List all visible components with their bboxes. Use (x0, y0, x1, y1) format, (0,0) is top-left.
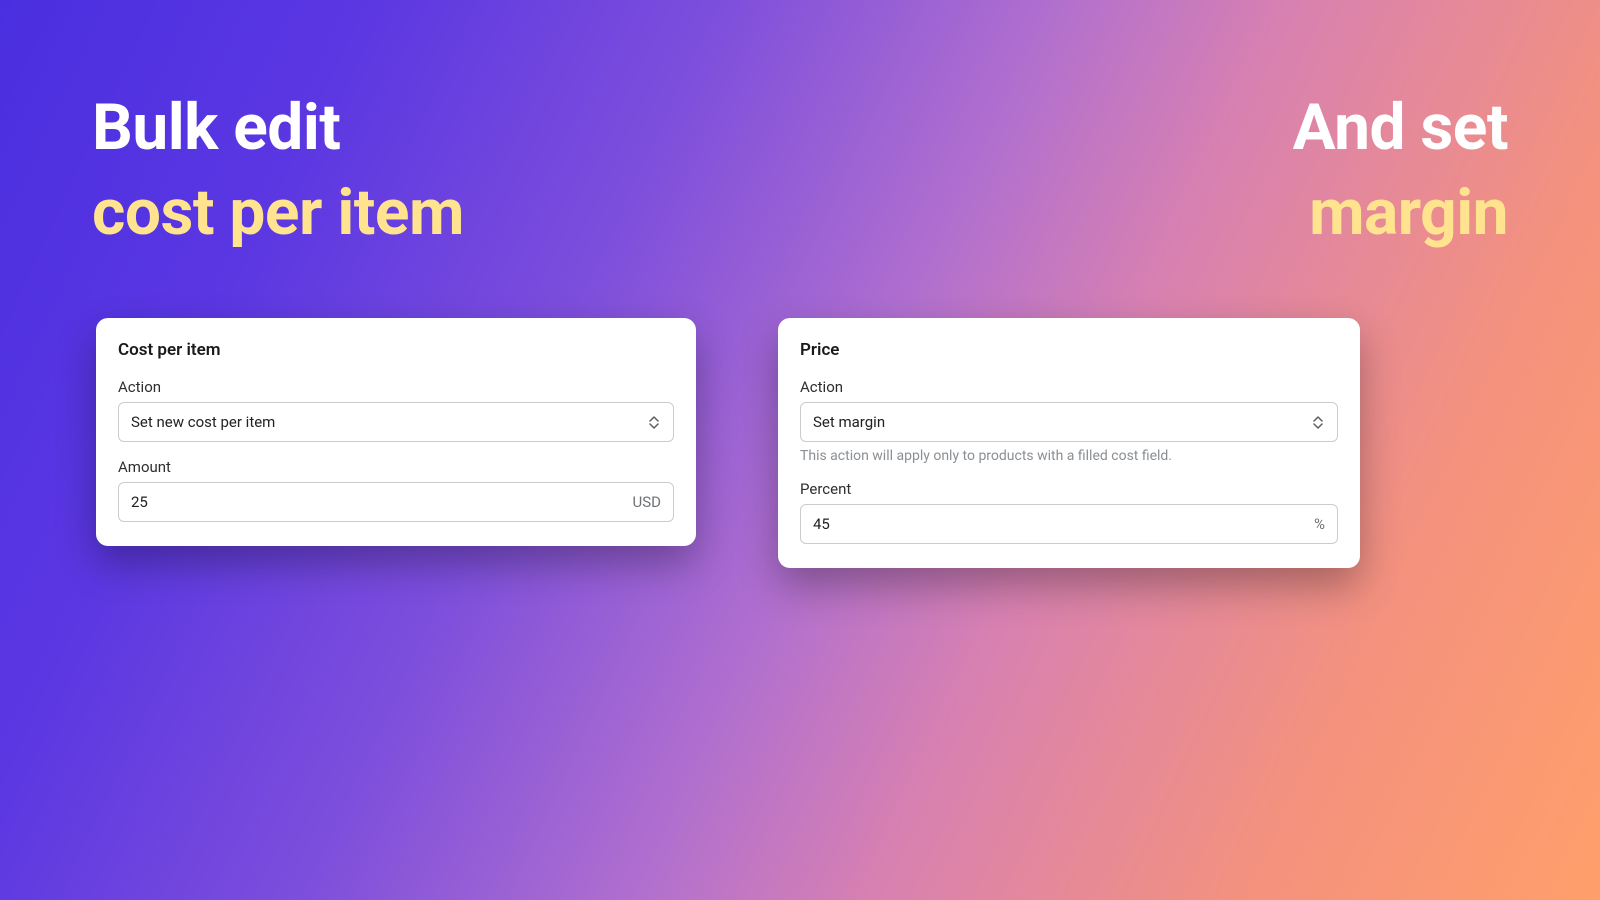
hero-left-line1: Bulk edit (92, 85, 464, 170)
price-percent-value: 45 (813, 515, 1306, 533)
price-action-helper: This action will apply only to products … (800, 448, 1338, 464)
price-percent-field: Percent 45 % (800, 480, 1338, 544)
select-caret-icon (1311, 416, 1325, 429)
cost-amount-label: Amount (118, 458, 674, 476)
hero-right: And set margin (1293, 85, 1508, 255)
cost-action-value: Set new cost per item (131, 413, 647, 431)
price-action-value: Set margin (813, 413, 1311, 431)
price-action-label: Action (800, 378, 1338, 396)
hero-right-line1: And set (1293, 85, 1508, 170)
cost-per-item-card: Cost per item Action Set new cost per it… (96, 318, 696, 546)
cost-action-field: Action Set new cost per item (118, 378, 674, 442)
price-action-select[interactable]: Set margin (800, 402, 1338, 442)
select-caret-icon (647, 416, 661, 429)
price-action-field: Action Set margin This action will apply… (800, 378, 1338, 464)
price-percent-label: Percent (800, 480, 1338, 498)
hero-left: Bulk edit cost per item (92, 85, 464, 255)
price-card-title: Price (800, 340, 1338, 360)
price-card: Price Action Set margin This action will… (778, 318, 1360, 568)
cost-action-label: Action (118, 378, 674, 396)
hero-left-line2: cost per item (92, 170, 464, 255)
cost-amount-suffix: USD (625, 493, 661, 511)
price-percent-input[interactable]: 45 % (800, 504, 1338, 544)
cost-card-title: Cost per item (118, 340, 674, 360)
hero-right-line2: margin (1293, 170, 1508, 255)
cost-amount-value: 25 (131, 493, 625, 511)
cost-amount-input[interactable]: 25 USD (118, 482, 674, 522)
cost-amount-field: Amount 25 USD (118, 458, 674, 522)
cost-action-select[interactable]: Set new cost per item (118, 402, 674, 442)
price-percent-suffix: % (1306, 515, 1325, 533)
